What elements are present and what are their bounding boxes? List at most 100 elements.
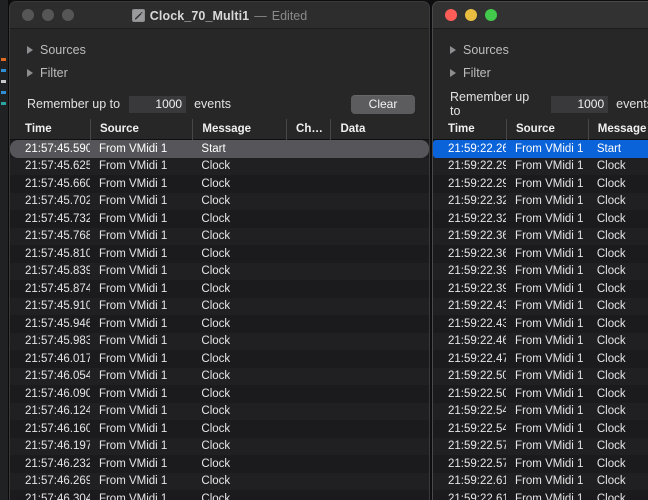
- table-row[interactable]: 21:59:22.612 From VMidi 1 Clock: [433, 472, 648, 490]
- cell-message: Clock: [596, 160, 626, 173]
- traffic-lights-left[interactable]: [22, 9, 74, 21]
- column-header-time[interactable]: Time: [10, 119, 90, 140]
- table-row[interactable]: 21:57:45.874 From VMidi 1 Clock: [10, 280, 429, 298]
- table-row[interactable]: 21:59:22.362 From VMidi 1 Clock: [433, 245, 648, 263]
- cell-source: From VMidi 1: [98, 195, 168, 208]
- table-body-left[interactable]: 21:57:45.590 From VMidi 1 Start 21:57:45.62…: [10, 140, 429, 500]
- traffic-lights-right[interactable]: [445, 9, 497, 21]
- midi-monitor-window-right[interactable]: Sources Filter Remember up to events Tim…: [432, 1, 648, 500]
- sources-disclosure-right[interactable]: Sources: [433, 38, 648, 61]
- table-row[interactable]: 21:59:22.398 From VMidi 1 Clock: [433, 280, 648, 298]
- table-header-right: Time Source Message: [433, 118, 648, 140]
- background-window-sliver[interactable]: [0, 0, 9, 500]
- table-row[interactable]: 21:59:22.470 From VMidi 1 Clock: [433, 350, 648, 368]
- zoom-button-icon[interactable]: [485, 9, 497, 21]
- table-row[interactable]: 21:59:22.434 From VMidi 1 Clock: [433, 297, 648, 315]
- cell-source: From VMidi 1: [98, 265, 168, 278]
- table-row[interactable]: 21:57:45.590 From VMidi 1 Start: [10, 140, 429, 158]
- table-row[interactable]: 21:59:22.362 From VMidi 1 Clock: [433, 227, 648, 245]
- table-row[interactable]: 21:59:22.268 From VMidi 1 Start: [433, 140, 648, 158]
- cell-time: 21:59:22.326: [448, 195, 506, 208]
- cell-source: From VMidi 1: [515, 352, 584, 365]
- table-row[interactable]: 21:59:22.327 From VMidi 1 Clock: [433, 210, 648, 228]
- table-row[interactable]: 21:57:46.124 From VMidi 1 Clock: [10, 402, 429, 420]
- column-header-time[interactable]: Time: [433, 119, 506, 140]
- cell-time: 21:59:22.398: [448, 282, 506, 295]
- filter-disclosure-right[interactable]: Filter: [433, 61, 648, 84]
- cell-message: Clock: [596, 300, 626, 313]
- cell-time: 21:59:22.469: [448, 335, 506, 348]
- remember-events-input-left[interactable]: [129, 95, 187, 113]
- cell-message: Clock: [596, 440, 626, 453]
- sources-disclosure-left[interactable]: Sources: [10, 38, 429, 61]
- table-row[interactable]: 21:57:46.197 From VMidi 1 Clock: [10, 437, 429, 455]
- table-row[interactable]: 21:57:46.090 From VMidi 1 Clock: [10, 385, 429, 403]
- table-row[interactable]: 21:59:22.294 From VMidi 1 Clock: [433, 157, 648, 175]
- remember-events-input-right[interactable]: [551, 95, 609, 113]
- column-header-channel[interactable]: Ch…: [286, 118, 330, 140]
- events-label-right: events: [616, 97, 648, 111]
- table-row[interactable]: 21:59:22.505 From VMidi 1 Clock: [433, 367, 648, 385]
- zoom-button-icon[interactable]: [62, 9, 74, 21]
- cell-source: From VMidi 1: [98, 440, 168, 453]
- table-row[interactable]: 21:57:45.660 From VMidi 1 Clock: [10, 175, 429, 193]
- table-row[interactable]: 21:59:22.541 From VMidi 1 Clock: [433, 402, 648, 420]
- remember-label-right: Remember up to: [450, 90, 530, 118]
- cell-source: From VMidi 1: [98, 335, 168, 348]
- minimize-button-icon[interactable]: [465, 9, 477, 21]
- cell-source: From VMidi 1: [515, 492, 584, 500]
- cell-time: 21:57:46.160: [25, 422, 90, 435]
- table-row[interactable]: 21:57:46.269 From VMidi 1 Clock: [10, 472, 429, 490]
- midi-monitor-window-left[interactable]: Clock_70_Multi1 — Edited Sources Filter …: [9, 1, 430, 500]
- cell-source: From VMidi 1: [98, 370, 168, 383]
- titlebar-left[interactable]: Clock_70_Multi1 — Edited: [10, 2, 429, 29]
- table-row[interactable]: 21:59:22.577 From VMidi 1 Clock: [433, 455, 648, 473]
- table-row[interactable]: 21:57:46.017 From VMidi 1 Clock: [10, 350, 429, 368]
- close-button-icon[interactable]: [22, 9, 34, 21]
- table-row[interactable]: 21:59:22.434 From VMidi 1 Clock: [433, 315, 648, 333]
- table-row[interactable]: 21:57:46.232 From VMidi 1 Clock: [10, 455, 429, 473]
- table-row[interactable]: 21:59:22.505 From VMidi 1 Clock: [433, 385, 648, 403]
- table-row[interactable]: 21:57:45.839 From VMidi 1 Clock: [10, 262, 429, 280]
- clear-button-left[interactable]: Clear: [351, 94, 415, 114]
- column-header-message[interactable]: Message: [192, 118, 286, 140]
- column-header-source[interactable]: Source: [505, 118, 588, 140]
- column-header-message[interactable]: Message: [587, 118, 648, 140]
- table-row[interactable]: 21:57:46.304 From VMidi 1 Clock: [10, 490, 429, 500]
- column-header-data[interactable]: Data: [330, 118, 429, 140]
- table-row[interactable]: 21:57:45.625 From VMidi 1 Clock: [10, 157, 429, 175]
- titlebar-right[interactable]: [433, 2, 648, 29]
- column-header-source[interactable]: Source: [89, 118, 192, 140]
- document-pencil-icon: [131, 9, 145, 22]
- sources-label-right: Sources: [463, 42, 509, 57]
- table-row[interactable]: 21:59:22.469 From VMidi 1 Clock: [433, 332, 648, 350]
- table-row[interactable]: 21:57:45.768 From VMidi 1 Clock: [10, 227, 429, 245]
- table-row[interactable]: 21:59:22.326 From VMidi 1 Clock: [433, 192, 648, 210]
- minimize-button-icon[interactable]: [42, 9, 54, 21]
- cell-message: Clock: [201, 317, 231, 330]
- table-row[interactable]: 21:57:45.946 From VMidi 1 Clock: [10, 315, 429, 333]
- table-row[interactable]: 21:59:22.541 From VMidi 1 Clock: [433, 420, 648, 438]
- remember-row-left: Remember up to events Clear: [10, 89, 429, 119]
- cell-message: Clock: [201, 352, 231, 365]
- table-row[interactable]: 21:59:22.612 From VMidi 1 Clock: [433, 490, 648, 500]
- table-row[interactable]: 21:57:45.810 From VMidi 1 Clock: [10, 245, 429, 263]
- table-row[interactable]: 21:59:22.294 From VMidi 1 Clock: [433, 175, 648, 193]
- table-body-right[interactable]: 21:59:22.268 From VMidi 1 Start 21:59:22.29…: [433, 140, 648, 500]
- cell-source: From VMidi 1: [98, 247, 168, 260]
- table-row[interactable]: 21:57:45.983 From VMidi 1 Clock: [10, 332, 429, 350]
- triangle-right-icon: [27, 68, 33, 77]
- table-row[interactable]: 21:57:45.910 From VMidi 1 Clock: [10, 297, 429, 315]
- table-row[interactable]: 21:57:46.054 From VMidi 1 Clock: [10, 367, 429, 385]
- cell-time: 21:57:45.702: [25, 195, 90, 208]
- table-row[interactable]: 21:59:22.398 From VMidi 1 Clock: [433, 262, 648, 280]
- table-row[interactable]: 21:59:22.576 From VMidi 1 Clock: [433, 437, 648, 455]
- cell-source: From VMidi 1: [515, 282, 584, 295]
- close-button-icon[interactable]: [445, 9, 457, 21]
- table-row[interactable]: 21:57:45.702 From VMidi 1 Clock: [10, 192, 429, 210]
- event-table-right: Time Source Message 21:59:22.268 From VMi…: [433, 118, 648, 500]
- filter-disclosure-left[interactable]: Filter: [10, 61, 429, 84]
- cell-time: 21:59:22.398: [448, 265, 506, 278]
- table-row[interactable]: 21:57:45.732 From VMidi 1 Clock: [10, 210, 429, 228]
- table-row[interactable]: 21:57:46.160 From VMidi 1 Clock: [10, 420, 429, 438]
